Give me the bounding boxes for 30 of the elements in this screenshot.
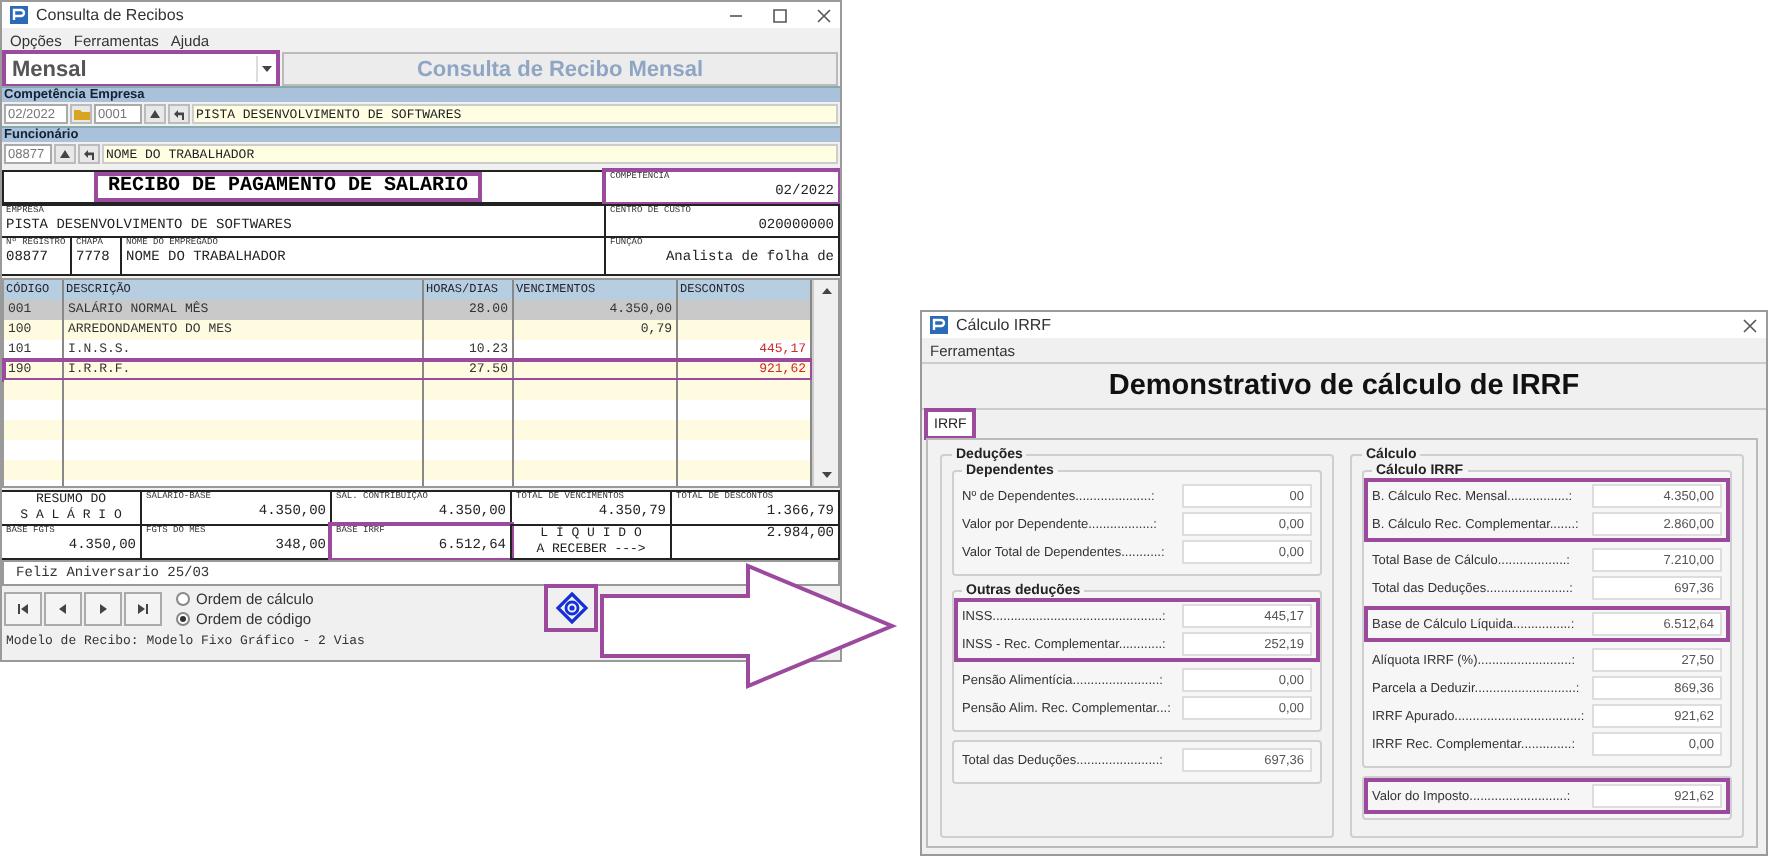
last-icon — [136, 601, 150, 615]
previous-icon — [56, 601, 70, 615]
print-button[interactable] — [546, 586, 596, 630]
maximize-icon[interactable] — [772, 7, 788, 23]
scroll-up-icon — [819, 284, 833, 298]
window-title: Consulta de Recibos — [36, 6, 186, 24]
next-button[interactable] — [84, 591, 122, 625]
undo-icon — [82, 147, 96, 161]
window-title: Cálculo IRRF — [956, 316, 1054, 334]
undo-button[interactable] — [78, 144, 100, 164]
receipt-title: RECIBO DE PAGAMENTO DE SALÁRIO — [96, 174, 481, 200]
up-arrow-icon — [58, 147, 72, 161]
mode-select[interactable]: Mensal — [4, 52, 278, 86]
first-icon — [16, 601, 30, 615]
close-icon[interactable] — [1742, 317, 1758, 333]
scrollbar[interactable] — [812, 280, 838, 486]
close-icon[interactable] — [816, 7, 832, 23]
previous-button[interactable] — [44, 591, 82, 625]
undo-icon — [172, 107, 186, 121]
next-icon — [96, 601, 110, 615]
undo-button[interactable] — [168, 104, 190, 124]
folder-icon — [73, 108, 89, 120]
first-button[interactable] — [4, 591, 42, 625]
scroll-down-icon — [819, 468, 833, 482]
last-button[interactable] — [124, 591, 162, 625]
up-arrow-icon — [148, 107, 162, 121]
diamond-icon — [555, 592, 587, 624]
caret-icon — [260, 62, 274, 76]
page-heading: Demonstrativo de cálculo de IRRF — [922, 362, 1766, 410]
page-header: Consulta de Recibo Mensal — [282, 52, 838, 86]
